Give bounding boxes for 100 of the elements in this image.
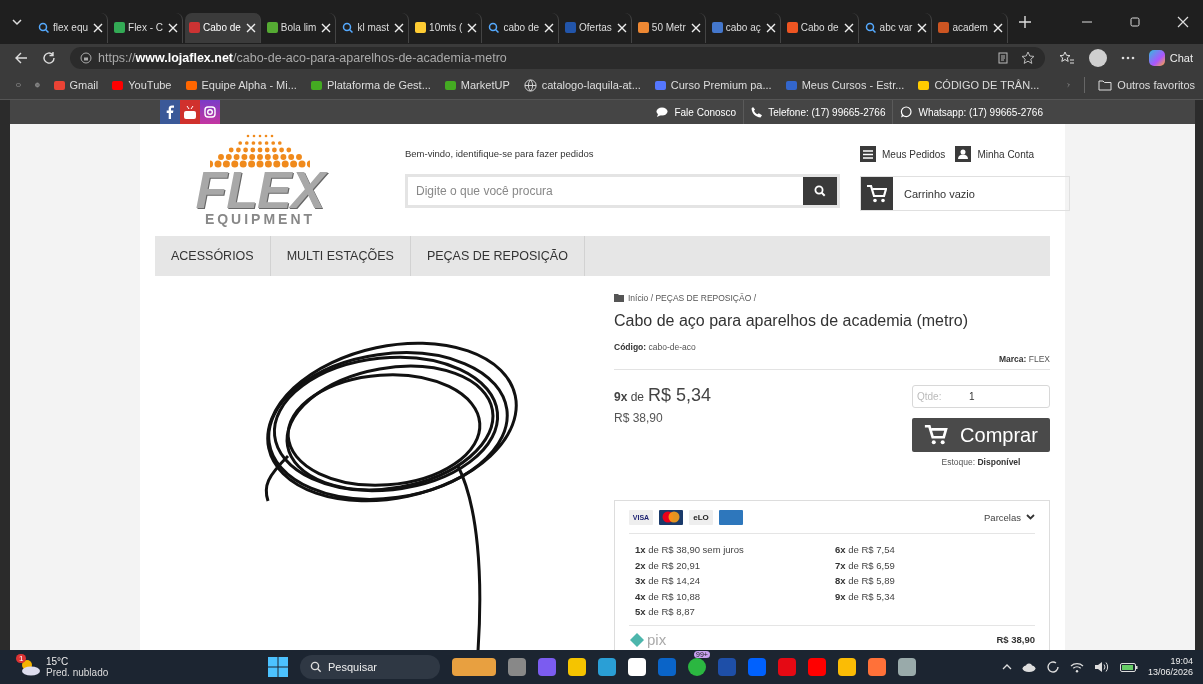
bookmark-item[interactable]: Meus Cursos - Estr... [785, 79, 905, 92]
browser-tab[interactable]: 50 Metr [633, 12, 706, 43]
buy-button[interactable]: Comprar [912, 418, 1050, 453]
close-icon[interactable] [93, 22, 104, 33]
favicon-icon [637, 22, 649, 34]
favicon-icon [189, 22, 201, 34]
nav-link[interactable]: ACESSÓRIOS [155, 236, 271, 277]
search-bar[interactable]: Digite o que você procura [405, 174, 840, 209]
nav-link[interactable]: MULTI ESTAÇÕES [270, 236, 411, 277]
app-icon[interactable] [538, 658, 556, 677]
taskbar-search[interactable]: Pesquisar [300, 655, 440, 680]
address-bar[interactable]: https://www.lojaflex.net/cabo-de-aco-para-aparelhos-de-academia-metro [70, 46, 1045, 69]
contact-link[interactable]: Fale Conosco [649, 100, 744, 125]
favicon-icon [711, 22, 723, 34]
close-icon[interactable] [992, 22, 1003, 33]
app-icon[interactable] [778, 658, 796, 677]
flex-equipment-logo[interactable]: FLEX EQUIPMENT [185, 132, 335, 227]
reader-icon[interactable] [996, 51, 1009, 64]
installment-option: 9x de R$ 5,34 [835, 588, 1029, 605]
close-icon[interactable] [843, 22, 854, 33]
nav-link[interactable]: PEÇAS DE REPOSIÇÃO [410, 236, 585, 277]
browser-tab[interactable]: Ofertas [561, 12, 632, 43]
lock-icon [80, 51, 92, 64]
close-icon[interactable] [690, 22, 701, 33]
elo-logo: eLO [689, 509, 713, 525]
wifi-icon[interactable] [1069, 661, 1084, 673]
browser-tab[interactable]: Bola lim [262, 12, 337, 43]
battery-icon[interactable] [1119, 662, 1138, 673]
close-icon[interactable] [321, 22, 332, 33]
favicon-icon [785, 80, 797, 90]
close-icon[interactable] [1177, 15, 1189, 28]
installment-option: 2x de R$ 20,91 [635, 557, 835, 574]
product-code: Código: cabo-de-aco [614, 342, 696, 353]
user-icon [955, 146, 972, 163]
chevron-up-icon[interactable] [1001, 664, 1012, 671]
browser-tab[interactable]: cabo de [484, 12, 560, 43]
stock-status: Estoque: Disponível [940, 457, 1022, 468]
bookmark-item[interactable]: Plataforma de Gest... [310, 79, 431, 92]
chat-button[interactable]: Chat [1148, 49, 1193, 66]
installment-option: 1x de R$ 38,90 sem juros [635, 542, 835, 558]
close-icon[interactable] [544, 22, 555, 33]
browser-tab[interactable]: abc var [860, 12, 933, 43]
browser-tab[interactable]: Cabo de [185, 12, 261, 43]
bookmark-item[interactable]: Gmail [53, 79, 99, 92]
browser-tab[interactable]: 10mts ( [411, 12, 483, 43]
browser-tab[interactable]: flex equ [34, 12, 109, 43]
bookmark-item[interactable]: MarketUP [444, 79, 510, 92]
quantity-field[interactable]: Qtde: 1 [912, 385, 1050, 409]
star-icon[interactable] [1020, 50, 1035, 65]
more-icon[interactable] [1120, 55, 1135, 60]
account-link[interactable]: Minha Conta [955, 146, 1035, 163]
cloud-icon[interactable] [1021, 662, 1036, 672]
installment-price: R$ 5,34 [648, 385, 712, 407]
installments-toggle[interactable]: Parcelas [984, 511, 1035, 523]
browser-tab[interactable]: academ [934, 12, 1008, 43]
bookmark-item[interactable]: Curso Premium pa... [654, 79, 772, 92]
browser-tab[interactable]: kl mast [338, 12, 410, 43]
bookmark-item[interactable]: Equipe Alpha - Mi... [185, 79, 297, 92]
favicon-icon [415, 22, 427, 34]
browser-tab[interactable]: cabo aç [707, 12, 781, 43]
refresh-icon[interactable] [42, 50, 56, 65]
product-brand: Marca: FLEX [998, 354, 1050, 365]
favicon-icon [185, 80, 197, 90]
weather-widget[interactable]: 1 15°C Pred. nublado [18, 656, 268, 679]
bookmark-item[interactable]: catalogo-laquila-at... [523, 78, 641, 92]
facebook-icon[interactable] [160, 100, 180, 125]
favorites-icon[interactable] [1058, 50, 1075, 65]
favicon-icon [938, 22, 950, 34]
account-link[interactable]: Meus Pedidos [860, 146, 946, 163]
bookmark-folder[interactable]: Outros favoritos [1098, 79, 1195, 92]
search-button[interactable] [803, 177, 837, 206]
close-icon[interactable] [168, 22, 179, 33]
close-icon[interactable] [765, 22, 776, 33]
sync-icon[interactable] [1045, 660, 1060, 675]
close-icon[interactable] [245, 22, 256, 33]
clock[interactable]: 19:04 13/06/2026 [1147, 656, 1193, 679]
start-icon[interactable] [268, 657, 288, 678]
speech-bubble-icon [656, 107, 669, 118]
profile-avatar[interactable] [1088, 48, 1107, 67]
favicon-icon [918, 80, 930, 90]
favicon-icon [654, 80, 666, 90]
back-icon[interactable] [14, 50, 28, 65]
close-icon[interactable] [467, 22, 478, 33]
breadcrumb-text[interactable]: Início / PEÇAS DE REPOSIÇÃO / [628, 293, 756, 304]
installment-label: 9x de [614, 390, 645, 405]
bookmark-item[interactable]: YouTube [112, 79, 172, 92]
restore-icon[interactable] [1129, 15, 1141, 28]
favicon-icon [565, 22, 577, 34]
close-icon[interactable] [394, 22, 405, 33]
search-icon [864, 21, 877, 34]
close-icon[interactable] [917, 22, 928, 33]
instagram-icon[interactable] [200, 100, 220, 125]
cart-box[interactable]: Carrinho vazio [860, 176, 1070, 212]
bookmark-item[interactable]: CÓDIGO DE TRÂN... [918, 79, 1040, 92]
browser-tab[interactable]: Cabo de [782, 12, 859, 43]
new-tab-icon[interactable] [1017, 14, 1032, 29]
speaker-icon[interactable] [1093, 661, 1110, 674]
close-icon[interactable] [616, 22, 627, 33]
youtube-icon[interactable] [180, 100, 200, 125]
browser-tab[interactable]: Flex - C [110, 12, 184, 43]
